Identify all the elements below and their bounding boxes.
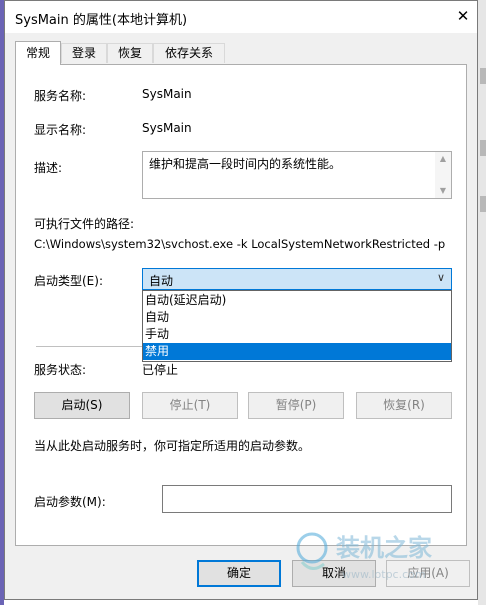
close-button[interactable]: ✕ bbox=[449, 1, 477, 31]
start-params-input[interactable] bbox=[162, 485, 452, 513]
tab-recovery[interactable]: 恢复 bbox=[107, 43, 153, 63]
tab-dependencies[interactable]: 依存关系 bbox=[153, 43, 225, 63]
startup-option-disabled[interactable]: 禁用 bbox=[143, 343, 451, 360]
scroll-down-icon: ▼ bbox=[439, 186, 447, 195]
cancel-button[interactable]: 取消 bbox=[292, 560, 376, 587]
service-name-label: 服务名称: bbox=[34, 89, 87, 103]
exe-path-value: C:\Windows\system32\svchost.exe -k Local… bbox=[34, 237, 446, 251]
startup-option-manual[interactable]: 手动 bbox=[143, 326, 451, 343]
close-icon: ✕ bbox=[456, 7, 470, 25]
chevron-down-icon: ∨ bbox=[436, 271, 445, 284]
startup-option-auto-delayed[interactable]: 自动(延迟启动) bbox=[143, 292, 451, 309]
pause-button[interactable]: 暂停(P) bbox=[248, 392, 344, 419]
background-window-edge-right bbox=[478, 0, 486, 605]
general-tab-panel: 服务名称: SysMain 显示名称: SysMain 描述: 维护和提高一段时… bbox=[15, 64, 467, 546]
ok-button[interactable]: 确定 bbox=[197, 560, 281, 587]
exe-path-label: 可执行文件的路径: bbox=[34, 217, 135, 231]
description-text: 维护和提高一段时间内的系统性能。 bbox=[149, 157, 342, 171]
apply-button[interactable]: 应用(A) bbox=[386, 560, 470, 587]
window-title: SysMain 的属性(本地计算机) bbox=[15, 13, 188, 28]
stop-button[interactable]: 停止(T) bbox=[142, 392, 238, 419]
startup-type-select[interactable]: 自动 ∨ bbox=[142, 268, 452, 290]
service-status-value: 已停止 bbox=[142, 363, 179, 377]
start-params-label: 启动参数(M): bbox=[34, 495, 106, 509]
resume-button[interactable]: 恢复(R) bbox=[356, 392, 452, 419]
startup-option-auto[interactable]: 自动 bbox=[143, 309, 451, 326]
service-name-value: SysMain bbox=[142, 87, 192, 101]
tab-logon[interactable]: 登录 bbox=[61, 43, 107, 63]
display-name-value: SysMain bbox=[142, 121, 192, 135]
startup-type-value: 自动 bbox=[149, 274, 174, 288]
start-button[interactable]: 启动(S) bbox=[34, 392, 130, 419]
start-params-hint: 当从此处启动服务时，你可指定所适用的启动参数。 bbox=[34, 439, 311, 453]
startup-type-label: 启动类型(E): bbox=[34, 274, 103, 288]
service-status-label: 服务状态: bbox=[34, 363, 87, 377]
display-name-label: 显示名称: bbox=[34, 123, 87, 137]
tab-general[interactable]: 常规 bbox=[15, 41, 61, 65]
scroll-up-icon: ▲ bbox=[439, 154, 447, 163]
description-label: 描述: bbox=[34, 161, 63, 175]
startup-type-dropdown-list: 自动(延迟启动) 自动 手动 禁用 bbox=[142, 290, 452, 362]
properties-dialog: SysMain 的属性(本地计算机) ✕ 常规 登录 恢复 依存关系 服务名称:… bbox=[4, 0, 478, 600]
title-bar: SysMain 的属性(本地计算机) ✕ bbox=[5, 1, 477, 33]
description-field[interactable]: 维护和提高一段时间内的系统性能。 ▲ ▼ bbox=[142, 151, 452, 199]
description-scrollbar[interactable]: ▲ ▼ bbox=[435, 152, 451, 198]
